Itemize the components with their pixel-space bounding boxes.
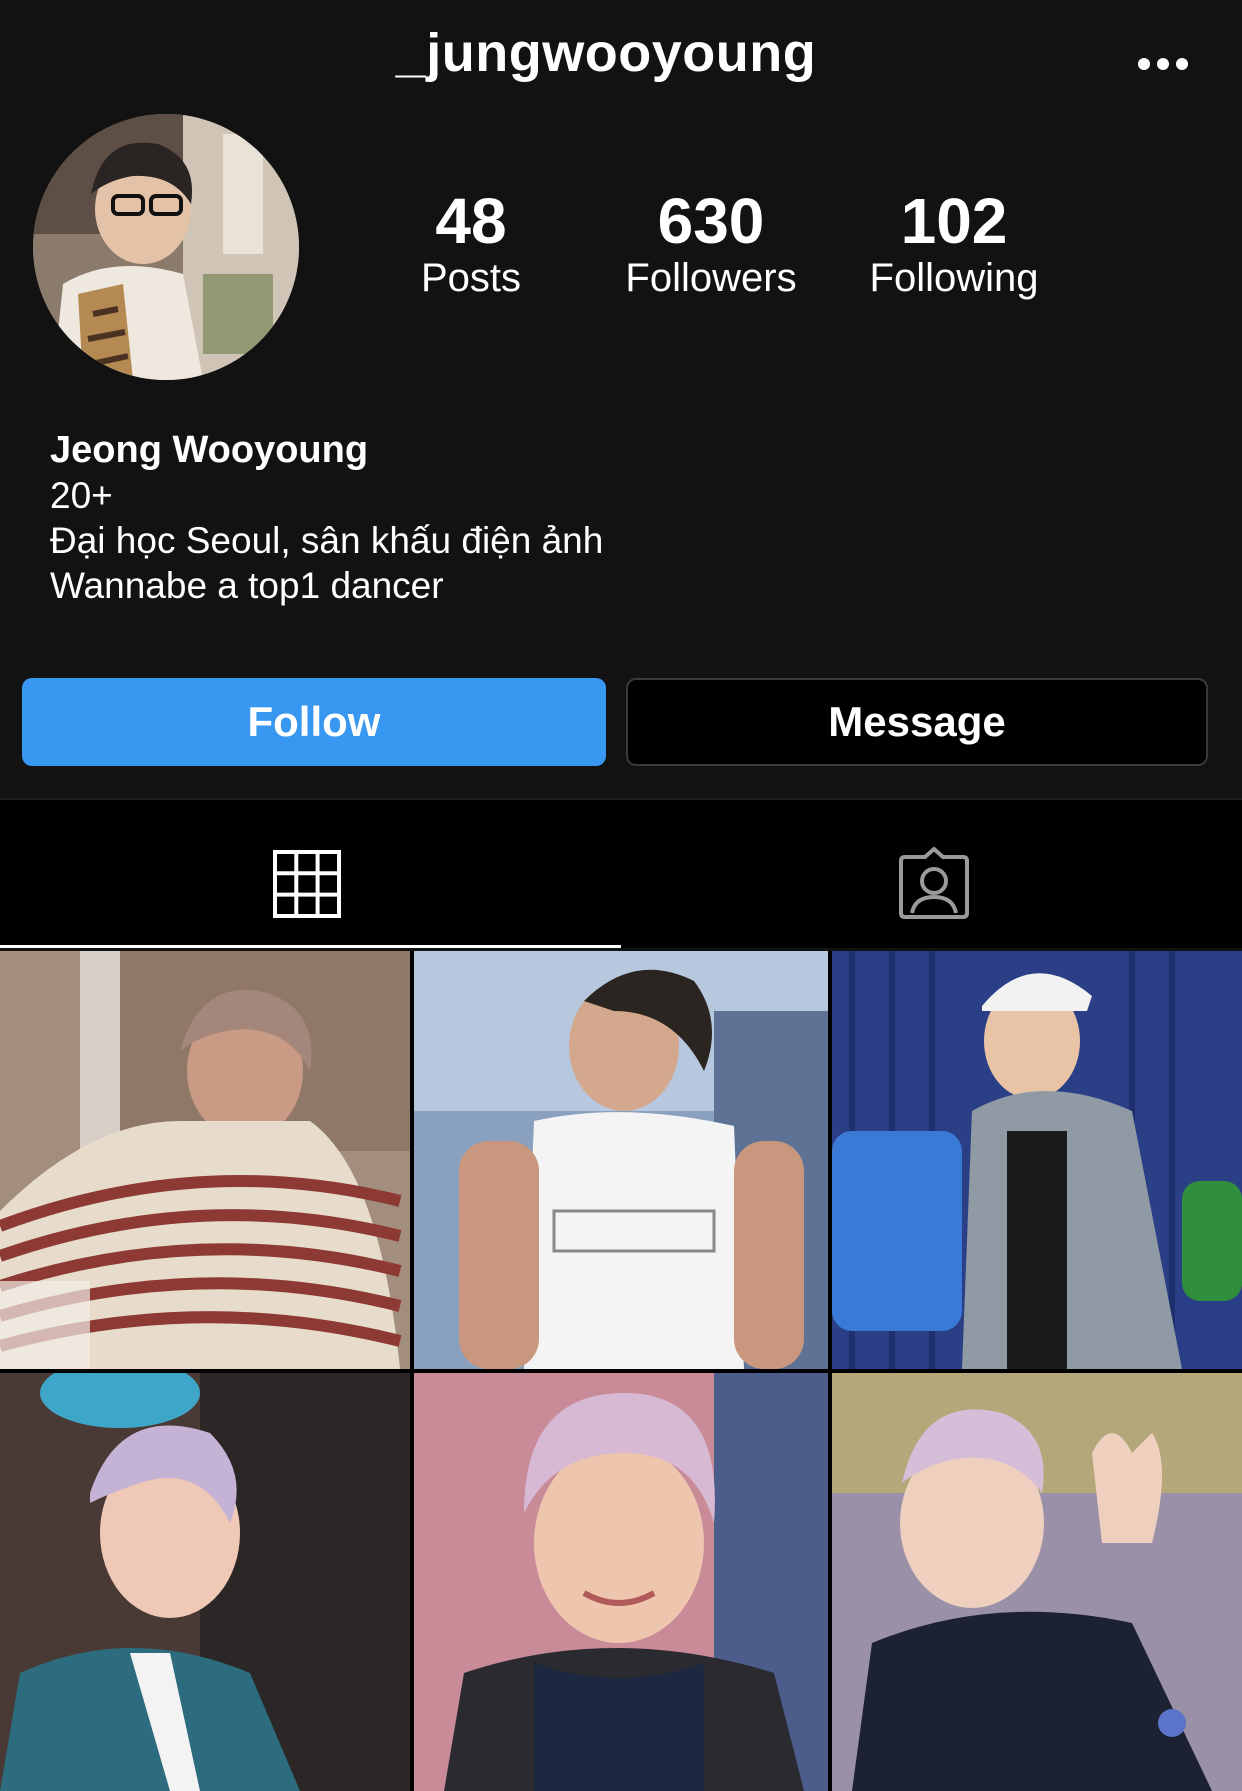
display-name: Jeong Wooyoung [50,429,369,471]
tagged-person-icon [899,847,969,919]
tab-posts-grid[interactable] [0,800,621,948]
bio-line: Đại học Seoul, sân khấu điện ảnh [50,520,604,561]
following-label: Following [869,256,1039,300]
stat-followers[interactable]: 630 Followers [608,186,814,300]
stat-following[interactable]: 102 Following [858,186,1050,300]
more-options-icon[interactable] [1138,58,1188,72]
profile-header: _jungwooyoung [0,0,1242,110]
following-count: 102 [900,185,1008,257]
bio-line: 20+ [50,475,113,516]
profile-bio: Jeong Wooyoung 20+ Đại học Seoul, sân kh… [50,428,603,608]
post-thumbnail[interactable] [0,951,410,1369]
grid-icon [273,850,341,918]
active-tab-indicator [0,945,621,948]
post-thumbnail[interactable] [414,951,828,1369]
message-button[interactable]: Message [626,678,1208,766]
posts-grid [0,951,1242,1791]
tab-tagged[interactable] [621,800,1242,948]
post-thumbnail[interactable] [832,1373,1242,1791]
stat-posts: 48 Posts [400,186,542,300]
posts-label: Posts [420,256,522,300]
profile-username: _jungwooyoung [395,23,817,83]
bio-line: Wannabe a top1 dancer [50,565,444,606]
post-thumbnail[interactable] [832,951,1242,1369]
post-thumbnail[interactable] [0,1373,410,1791]
posts-count: 48 [435,185,507,257]
follow-button[interactable]: Follow [22,678,606,766]
followers-count: 630 [657,185,765,257]
profile-avatar[interactable] [33,114,299,380]
profile-tabs [0,800,1242,948]
followers-label: Followers [625,256,797,300]
post-thumbnail[interactable] [414,1373,828,1791]
